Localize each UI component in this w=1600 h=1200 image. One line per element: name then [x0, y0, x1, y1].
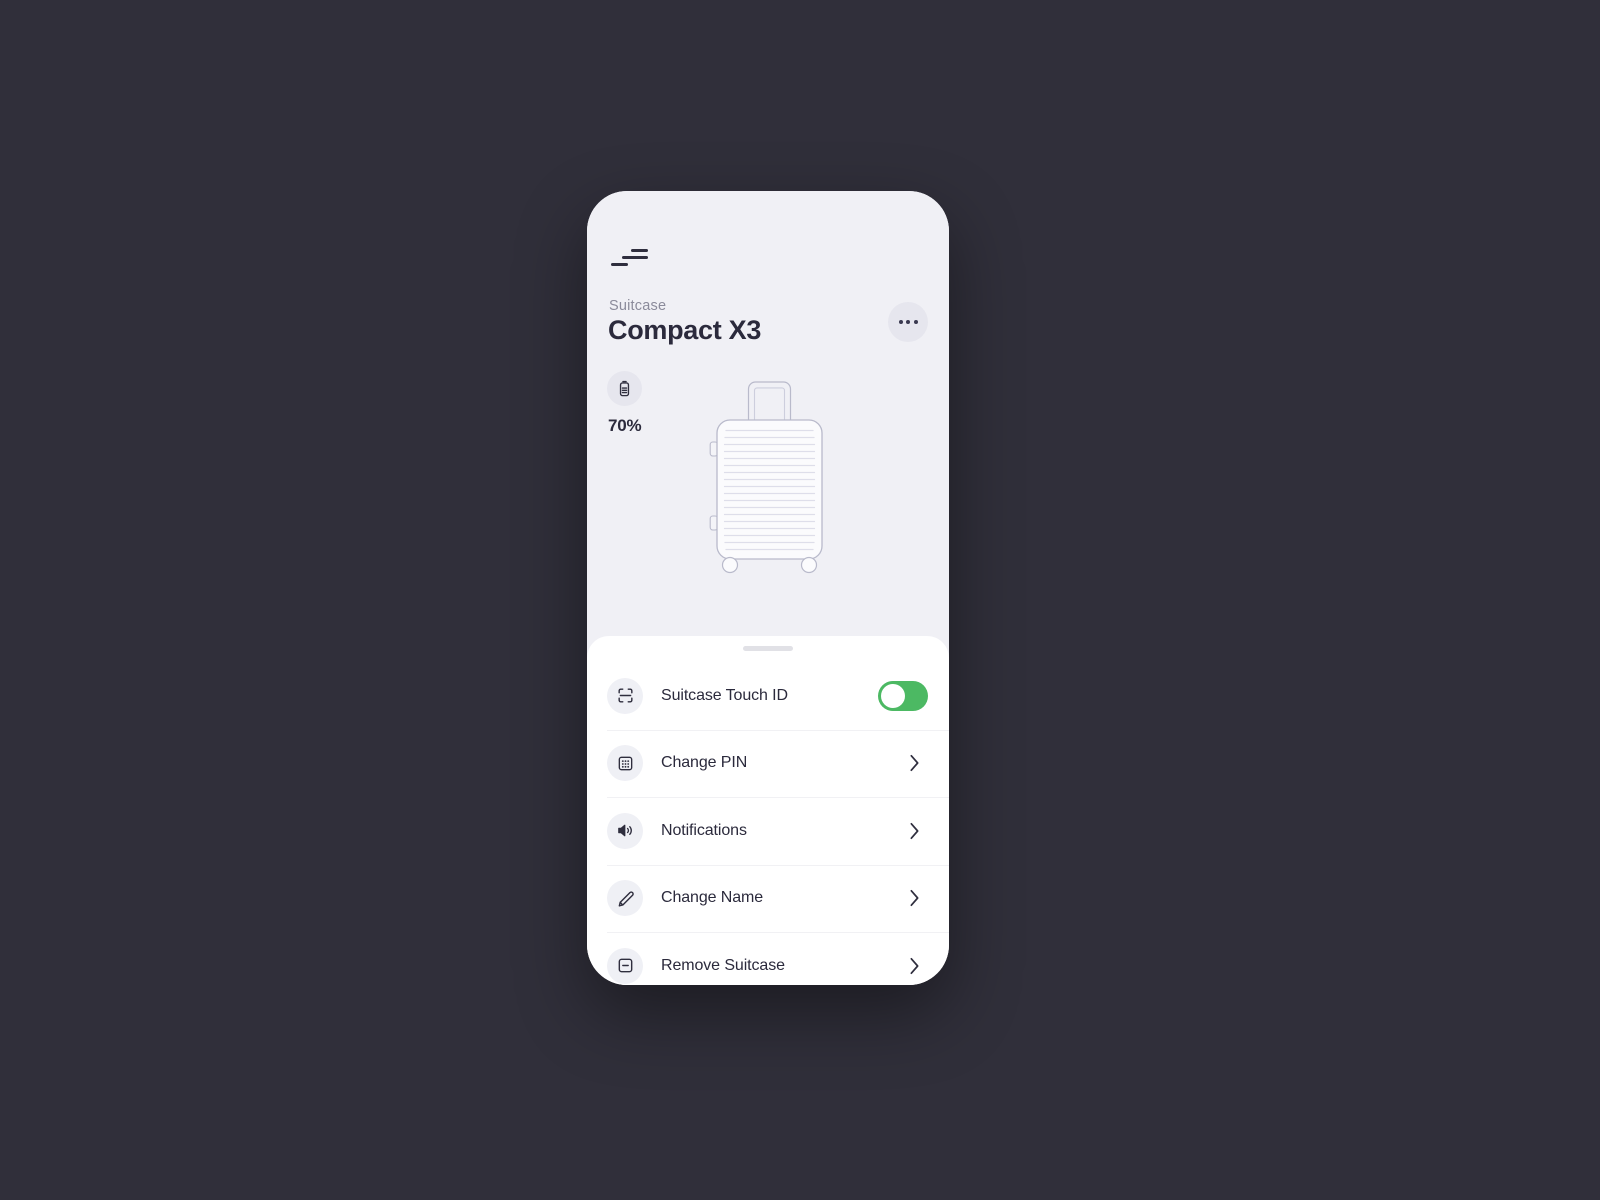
menu-line-middle [622, 255, 648, 259]
list-item-notifications[interactable]: Notifications [587, 797, 949, 865]
battery-status: 70% [607, 371, 642, 436]
pencil-edit-icon [607, 880, 643, 917]
chevron-right-icon [910, 957, 919, 974]
chevron-right-icon [910, 890, 919, 907]
suitcase-touch-id-toggle[interactable] [878, 680, 928, 711]
settings-sheet: Suitcase Touch ID Change PIN Notificatio… [587, 636, 949, 985]
page-title: Compact X3 [608, 315, 762, 345]
list-item-label: Change PIN [661, 754, 748, 772]
chevron-right-icon [910, 822, 919, 839]
list-item-label: Change Name [661, 889, 764, 907]
suitcase-illustration [709, 381, 823, 574]
drag-handle[interactable] [743, 646, 793, 651]
list-item-label: Suitcase Touch ID [661, 686, 788, 704]
chevron-right-icon [910, 755, 919, 772]
battery-icon [607, 371, 642, 406]
list-item-suitcase-touch-id[interactable]: Suitcase Touch ID [587, 662, 949, 730]
more-dot [906, 320, 910, 324]
settings-list: Suitcase Touch ID Change PIN Notificatio… [587, 662, 949, 985]
more-options-button[interactable] [888, 302, 928, 342]
list-item-label: Notifications [661, 821, 747, 839]
list-item-change-name[interactable]: Change Name [587, 864, 949, 933]
list-item-remove-suitcase[interactable]: Remove Suitcase [587, 932, 949, 985]
minus-square-icon [607, 947, 643, 984]
menu-line-bottom [611, 262, 628, 266]
scan-face-icon [607, 677, 643, 714]
more-dot [898, 320, 903, 324]
battery-percentage: 70% [608, 416, 642, 435]
list-item-change-pin[interactable]: Change PIN [587, 729, 949, 798]
more-dot [913, 320, 918, 324]
phone-frame: Suitcase Compact X3 70% Suitcase Touch I… [587, 191, 949, 985]
list-item-label: Remove Suitcase [661, 956, 785, 974]
toggle-knob [881, 683, 905, 708]
device-detail-header: Suitcase Compact X3 70% [587, 191, 949, 636]
menu-line-top [631, 248, 648, 252]
speaker-volume-icon [607, 812, 643, 849]
device-category-label: Suitcase [609, 298, 667, 314]
keypad-icon [607, 745, 643, 782]
hamburger-menu-icon[interactable] [608, 243, 648, 271]
